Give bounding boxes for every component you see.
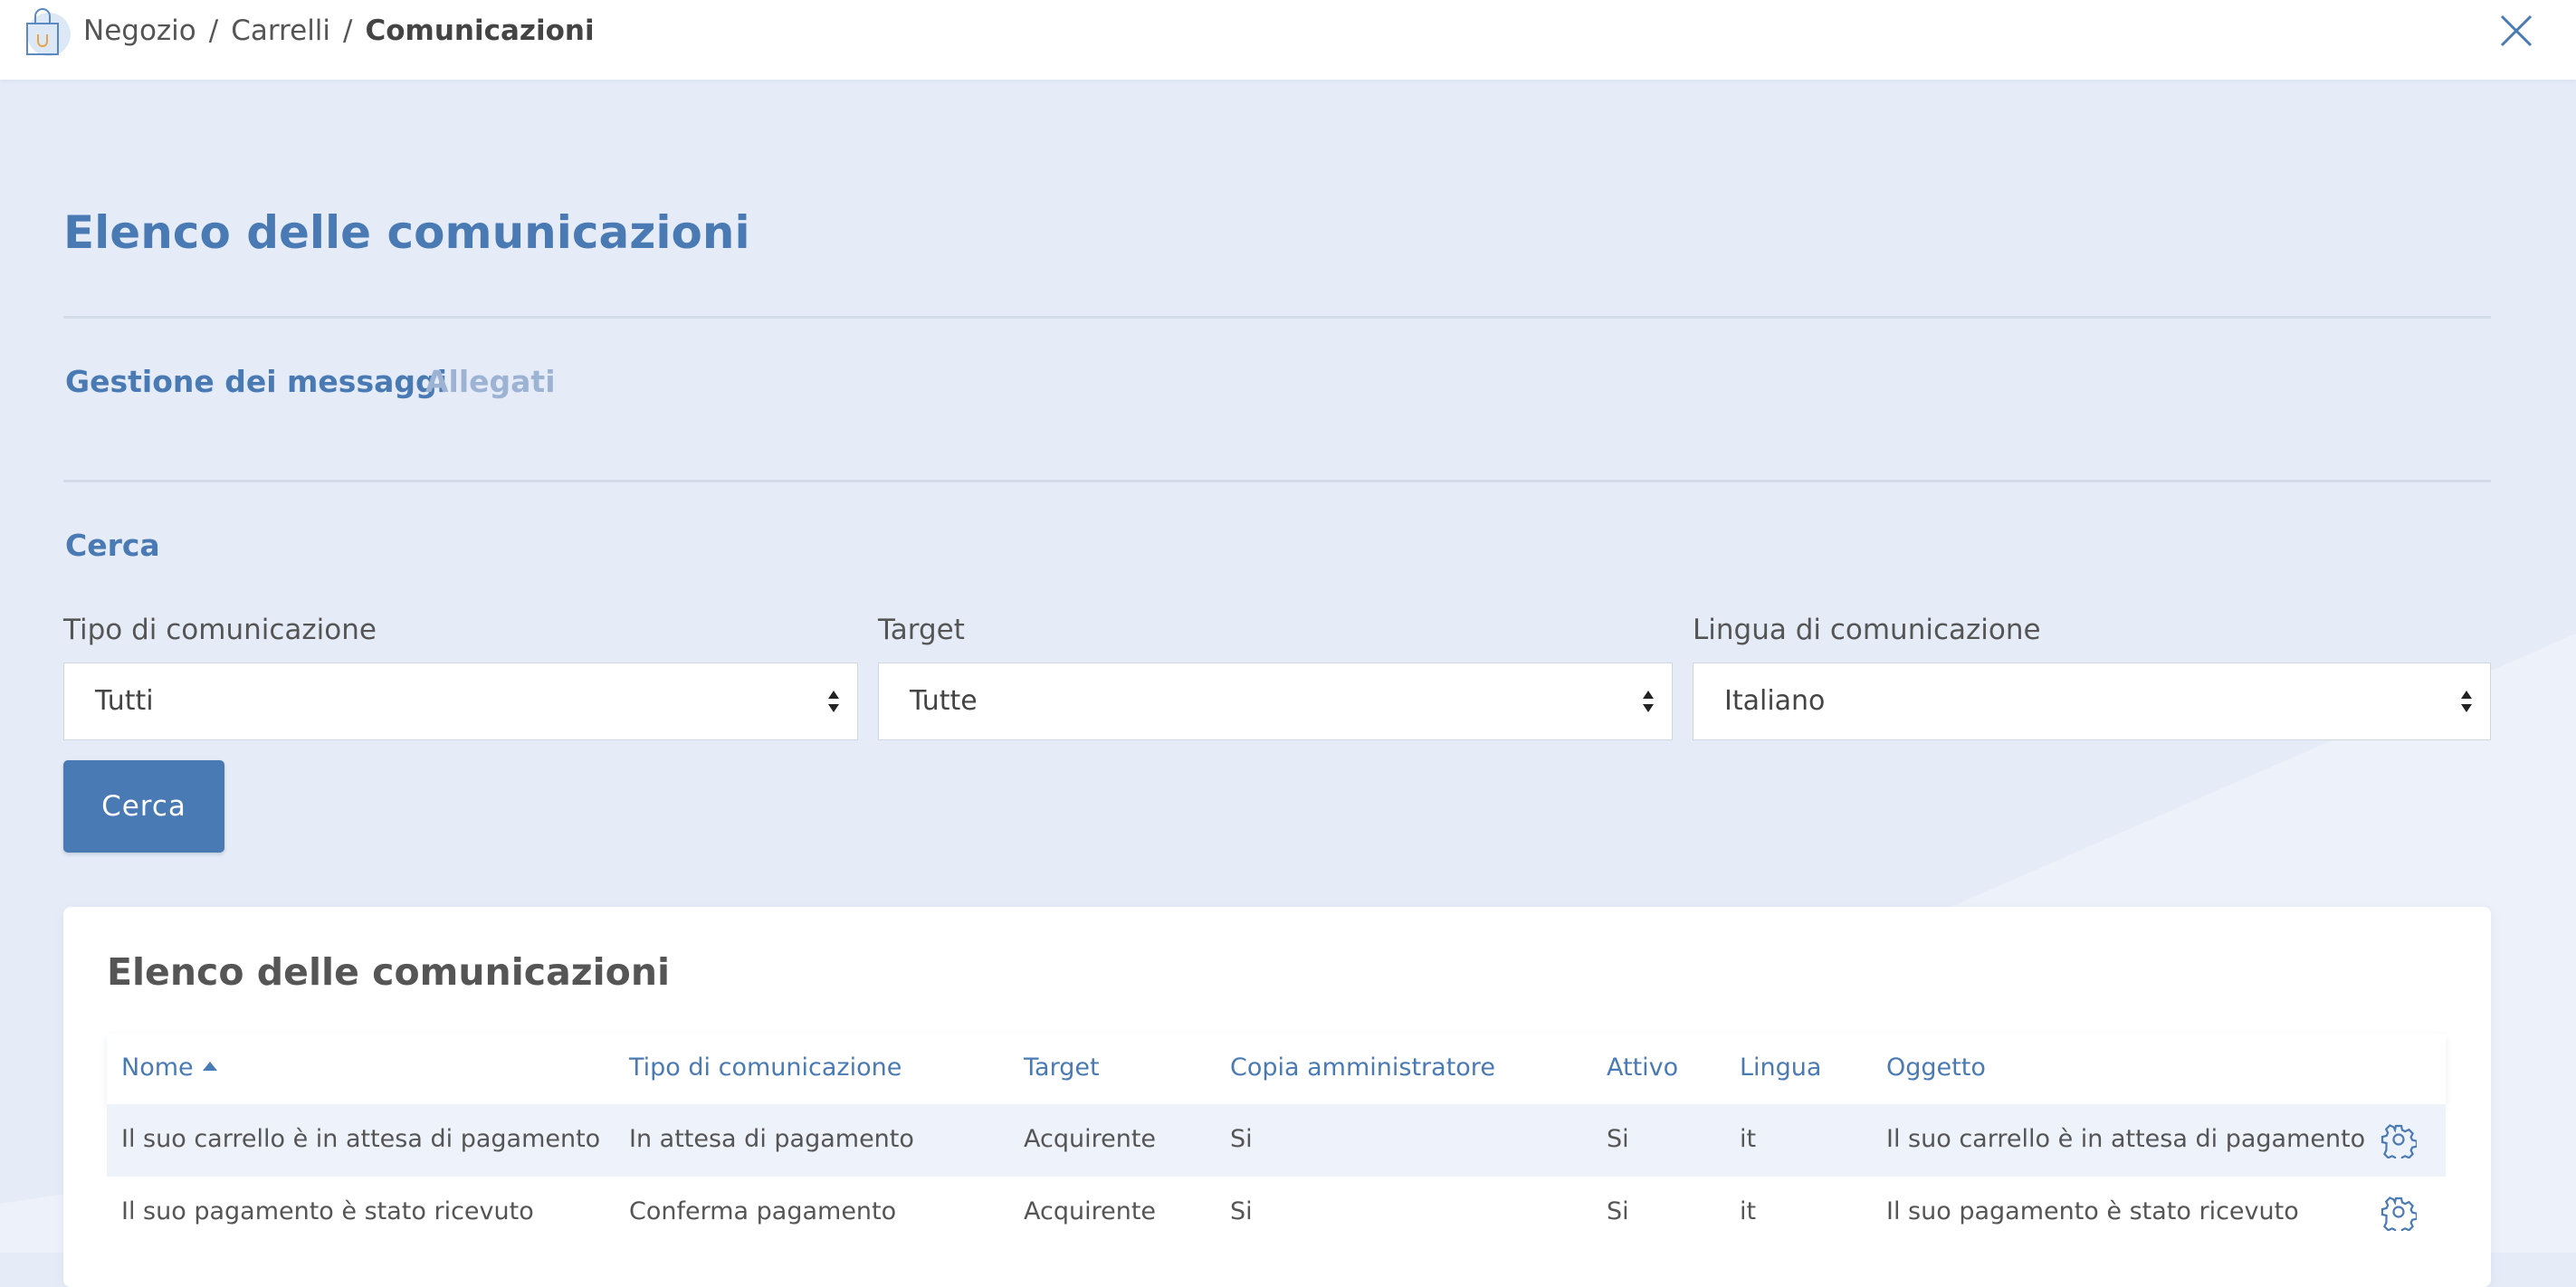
cell-attivo: Si [1607,1197,1629,1225]
gear-icon[interactable] [2380,1195,2417,1231]
cell-attivo: Si [1607,1125,1629,1153]
column-header-nome[interactable]: Nome [121,1053,217,1082]
cell-copia-amministratore: Si [1230,1197,1253,1225]
top-bar: Negozio / Carrelli / Comunicazioni [0,0,2576,80]
cell-copia-amministratore: Si [1230,1125,1253,1153]
cell-nome: Il suo pagamento è stato ricevuto [121,1197,534,1225]
target-select[interactable]: Tutte [878,663,1673,740]
breadcrumb-item-carrelli[interactable]: Carrelli [231,14,330,47]
column-header-attivo[interactable]: Attivo [1607,1053,1678,1082]
select-arrows-icon [2461,691,2472,712]
select-arrows-icon [828,691,839,712]
tab-gestione-messaggi[interactable]: Gestione dei messaggi [65,364,447,399]
cell-lingua: it [1740,1197,1757,1225]
target-label: Target [878,614,965,646]
select-arrows-icon [1643,691,1654,712]
breadcrumb-separator: / [343,14,353,47]
cell-tipo: Conferma pagamento [629,1197,897,1225]
cell-target: Acquirente [1024,1125,1157,1153]
tipo-comunicazione-label: Tipo di comunicazione [63,614,377,646]
breadcrumb: Negozio / Carrelli / Comunicazioni [83,14,595,47]
results-card: Elenco delle comunicazioni Nome Tipo di … [63,907,2491,1287]
cell-target: Acquirente [1024,1197,1157,1225]
tipo-comunicazione-select[interactable]: Tutti [63,663,858,740]
column-header-lingua[interactable]: Lingua [1740,1053,1821,1082]
lingua-value: Italiano [1724,685,1826,717]
lingua-select[interactable]: Italiano [1693,663,2491,740]
sort-asc-icon [202,1061,217,1071]
cell-nome: Il suo carrello è in attesa di pagamento [121,1125,601,1153]
column-header-oggetto[interactable]: Oggetto [1886,1053,1986,1082]
cell-lingua: it [1740,1125,1757,1153]
column-header-tipo[interactable]: Tipo di comunicazione [629,1053,902,1082]
gear-icon[interactable] [2380,1122,2417,1158]
breadcrumb-current: Comunicazioni [365,14,595,47]
column-header-copia-amministratore[interactable]: Copia amministratore [1230,1053,1495,1082]
cell-oggetto: Il suo carrello è in attesa di pagamento [1886,1125,2366,1153]
cell-oggetto: Il suo pagamento è stato ricevuto [1886,1197,2299,1225]
column-header-label: Nome [121,1053,194,1082]
shopping-bag-icon [26,8,71,56]
tab-allegati[interactable]: Allegati [425,364,556,399]
search-section-label: Cerca [65,528,160,563]
column-header-target[interactable]: Target [1024,1053,1100,1082]
cell-tipo: In attesa di pagamento [629,1125,914,1153]
breadcrumb-item-negozio[interactable]: Negozio [83,14,196,47]
search-button[interactable]: Cerca [63,760,224,853]
results-title: Elenco delle comunicazioni [107,950,671,994]
page-title: Elenco delle comunicazioni [63,206,750,259]
lingua-label: Lingua di comunicazione [1693,614,2041,646]
table-header: Nome Tipo di comunicazione Target Copia … [107,1034,2446,1104]
divider [63,316,2491,319]
divider [63,480,2491,482]
table-row[interactable]: Il suo pagamento è stato ricevuto Confer… [107,1177,2446,1249]
breadcrumb-separator: / [208,14,219,47]
table-row[interactable]: Il suo carrello è in attesa di pagamento… [107,1104,2446,1177]
target-value: Tutte [910,685,978,717]
close-icon[interactable] [2498,13,2534,49]
tipo-comunicazione-value: Tutti [95,685,154,717]
